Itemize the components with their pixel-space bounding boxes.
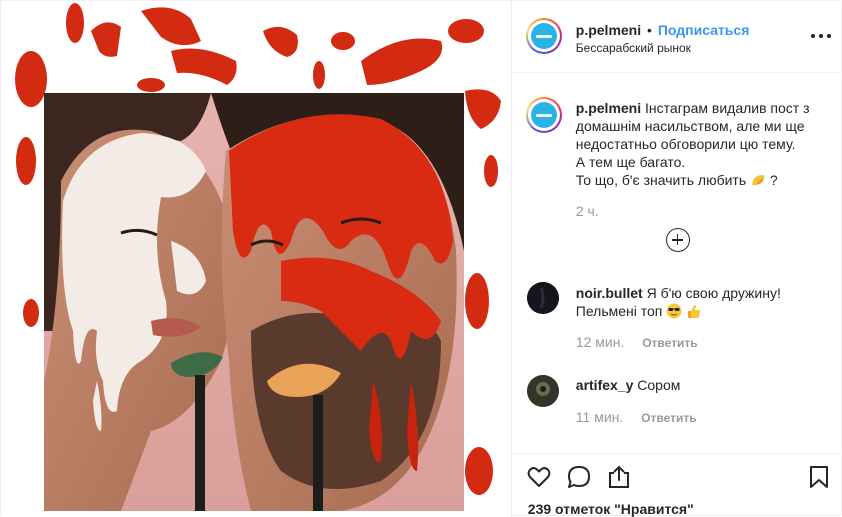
- post-sidebar: p.pelmeni • Подписаться Бессарабский рын…: [510, 1, 842, 517]
- caption-line-1: Інстаграм видалив пост з: [645, 100, 810, 116]
- heart-icon[interactable]: [526, 464, 552, 490]
- caption-username[interactable]: p.pelmeni: [576, 100, 641, 116]
- header-line: p.pelmeni • Подписаться: [576, 22, 750, 38]
- caption-timestamp[interactable]: 2 ч.: [576, 203, 599, 219]
- comment-bubble-icon[interactable]: [566, 464, 592, 490]
- likes-count[interactable]: 239 отметок "Нравится": [528, 501, 694, 517]
- fork-left: [195, 375, 205, 511]
- comments-section: p.pelmeni Інстаграм видалив пост з домаш…: [512, 73, 842, 453]
- caption-line-4: А тем ще багато.: [575, 154, 686, 170]
- caption-line-2: домашнім насильством, але ми ще: [575, 118, 805, 134]
- comment-meta: 12 мин. Ответить: [576, 334, 698, 350]
- comment-timestamp[interactable]: 12 мин.: [576, 334, 625, 350]
- taco-emoji-icon: [752, 175, 765, 185]
- fork-right: [313, 395, 323, 511]
- comment-username[interactable]: noir.bullet: [576, 285, 643, 301]
- comment-text-line-1: Сором: [637, 377, 681, 393]
- comment-text-line-2: Пельмені топ: [575, 303, 663, 319]
- share-icon[interactable]: [606, 464, 632, 490]
- comment-body: noir.bullet Я б'ю свою дружину! Пельмені…: [576, 284, 831, 320]
- author-avatar[interactable]: [525, 18, 562, 54]
- commenter-avatar[interactable]: [526, 375, 559, 407]
- caption-avatar[interactable]: [525, 97, 562, 133]
- location-link[interactable]: Бессарабский рынок: [576, 41, 691, 55]
- author-username[interactable]: p.pelmeni: [576, 22, 641, 38]
- follow-button[interactable]: Подписаться: [658, 22, 750, 38]
- caption-text: p.pelmeni Інстаграм видалив пост з домаш…: [576, 99, 831, 189]
- post-header: p.pelmeni • Подписаться Бессарабский рын…: [511, 1, 842, 73]
- load-more-comments-icon[interactable]: [665, 228, 690, 252]
- author-avatar-logo: [530, 23, 557, 49]
- caption-question-mark: ?: [769, 172, 778, 188]
- comment-body: artifex_y Сором: [576, 376, 831, 394]
- more-options-icon[interactable]: [810, 29, 831, 43]
- comment-timestamp[interactable]: 11 мин.: [576, 409, 624, 425]
- caption-line-5: То що, б'є значить любить: [575, 172, 747, 188]
- caption-avatar-logo: [530, 102, 557, 128]
- commenter-avatar[interactable]: [526, 282, 559, 314]
- bookmark-icon[interactable]: [806, 464, 832, 490]
- post-actions: 239 отметок "Нравится": [511, 453, 842, 517]
- sunglasses-emoji-icon: [666, 303, 682, 319]
- separator-dot: •: [647, 22, 652, 38]
- thumbs-up-emoji-icon: [688, 305, 701, 318]
- comment-text-line-1: Я б'ю свою дружину!: [646, 285, 781, 301]
- reply-button[interactable]: Ответить: [642, 336, 697, 350]
- instagram-post: p.pelmeni • Подписаться Бессарабский рын…: [0, 0, 842, 517]
- comment-username[interactable]: artifex_y: [576, 377, 634, 393]
- post-photo[interactable]: [1, 1, 511, 517]
- comment-meta: 11 мин. Ответить: [576, 409, 697, 425]
- reply-button[interactable]: Ответить: [641, 411, 696, 425]
- photo-illustration: [15, 3, 501, 512]
- caption-line-3: недостатньо обговорили цю тему.: [575, 136, 796, 152]
